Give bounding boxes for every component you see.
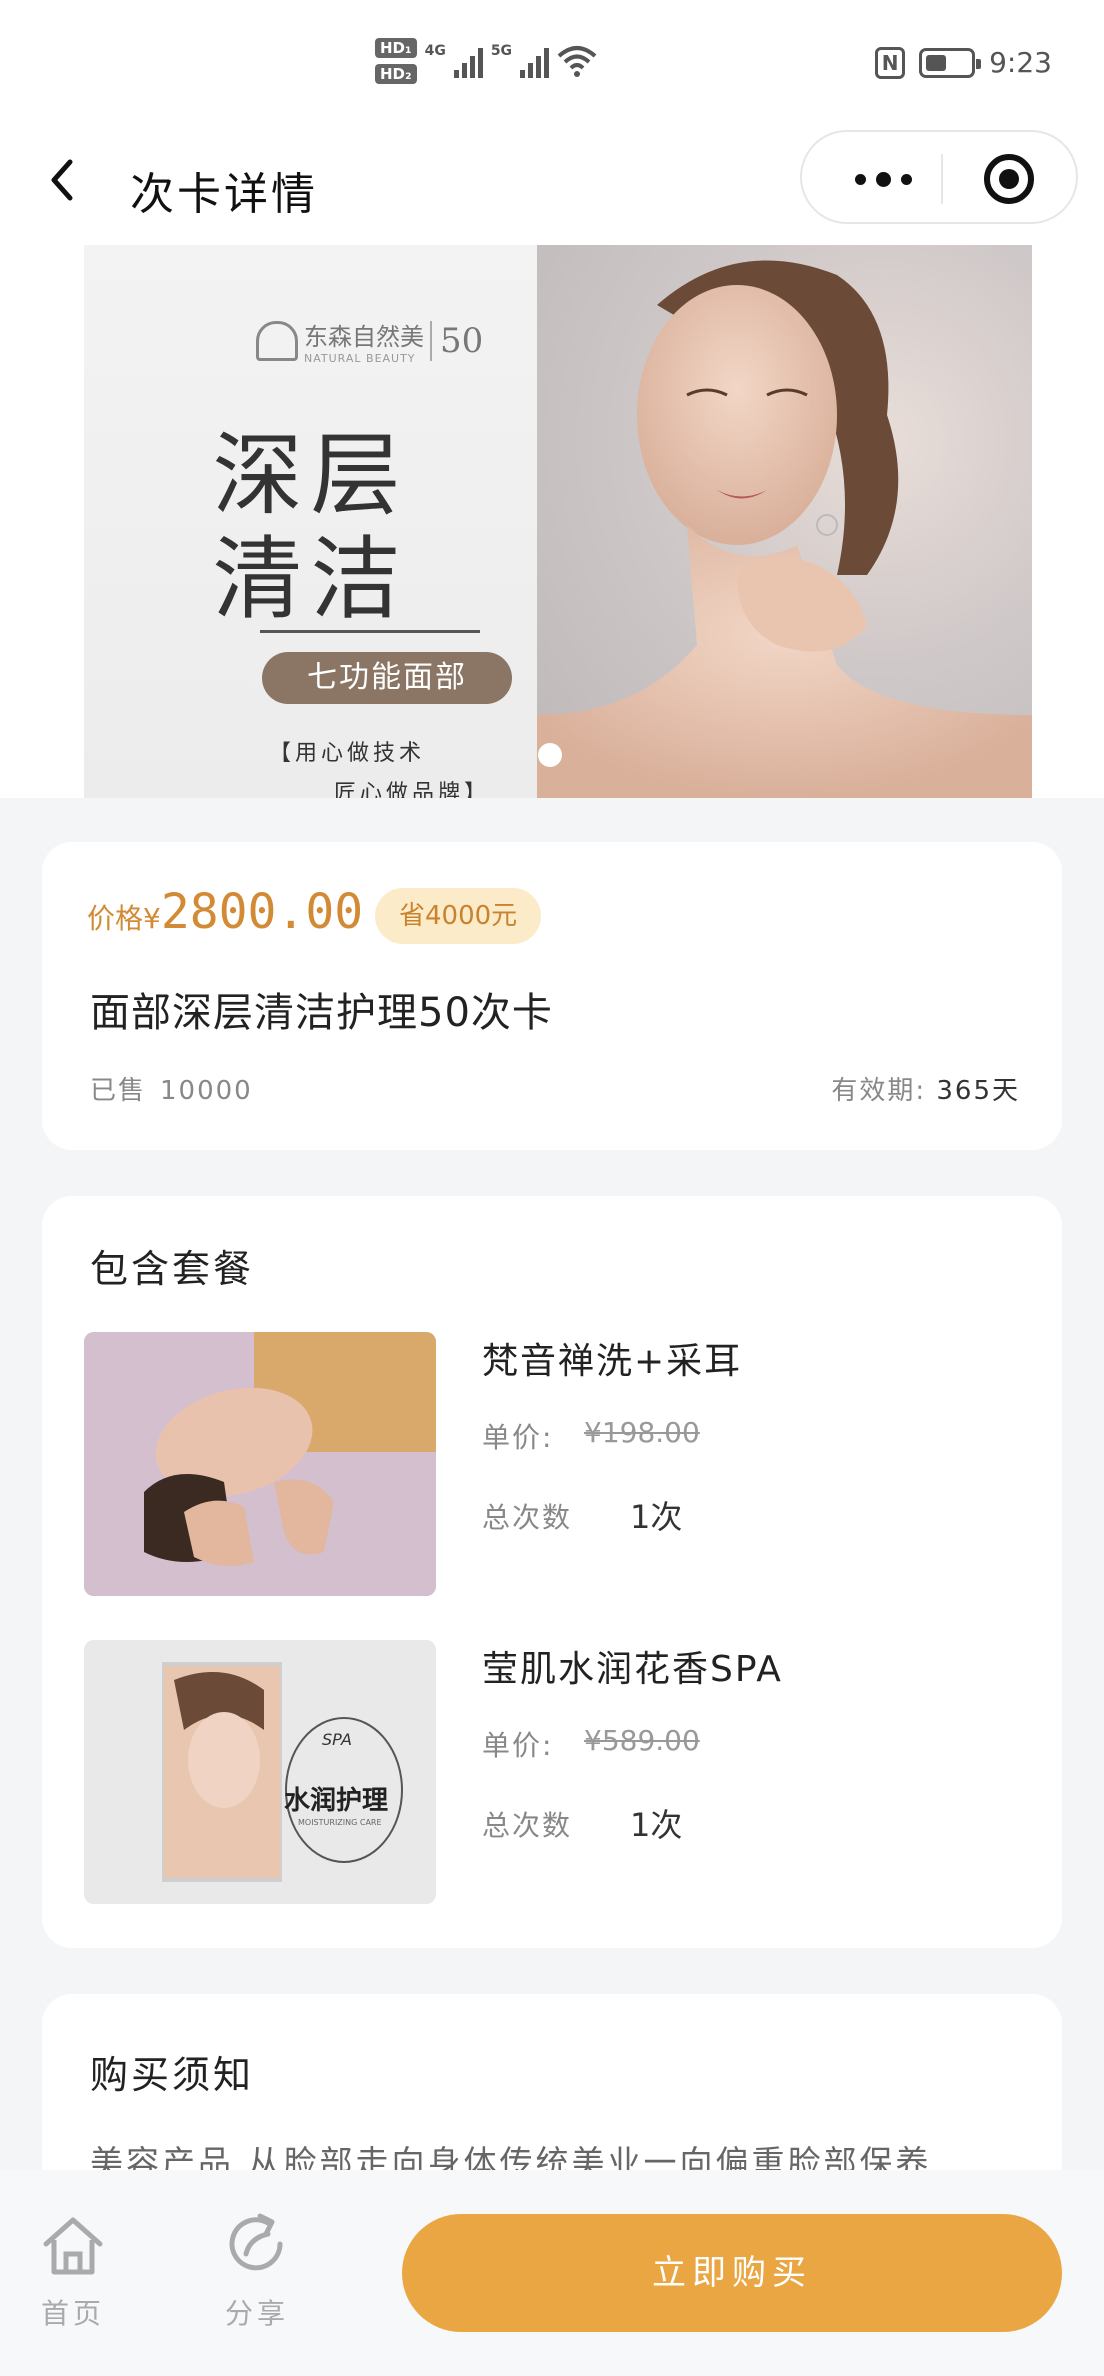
nav-bar: 次卡详情 bbox=[0, 130, 1104, 245]
share-label: 分享 bbox=[224, 2297, 289, 2330]
discount-badge: 省4000元 bbox=[375, 888, 542, 944]
bottom-action-bar: 首页 分享 立即购买 bbox=[0, 2170, 1104, 2376]
banner-slogan-1: 【用心做技术 bbox=[269, 741, 426, 766]
carousel-dot[interactable] bbox=[538, 743, 562, 767]
clock: 9:23 bbox=[989, 46, 1052, 79]
home-label: 首页 bbox=[40, 2297, 105, 2330]
network-4g-label: 4G bbox=[424, 43, 446, 59]
total-count-value: 1次 bbox=[630, 1498, 683, 1536]
validity-value: 365天 bbox=[936, 1076, 1020, 1106]
status-bar: HD₁ HD₂ 4G 5G N 9:23 bbox=[0, 0, 1104, 130]
banner-headline-2: 清洁 bbox=[212, 527, 409, 632]
home-tab[interactable]: 首页 bbox=[18, 2210, 128, 2332]
price-row: 价格¥ 2800.00 bbox=[87, 884, 363, 940]
total-count-label: 总次数 bbox=[482, 1501, 573, 1534]
banner-portrait bbox=[537, 245, 1032, 798]
wifi-icon bbox=[557, 46, 597, 77]
total-count-label: 总次数 bbox=[482, 1809, 573, 1842]
capsule-divider bbox=[941, 154, 943, 204]
hd1-badge: HD₁ bbox=[375, 38, 417, 58]
package-item[interactable]: 梵音禅洗+采耳 单价: ¥198.00 总次数 1次 bbox=[84, 1332, 1024, 1596]
share-tab[interactable]: 分享 bbox=[202, 2210, 312, 2332]
mini-program-capsule bbox=[800, 130, 1078, 224]
model-portrait-image bbox=[537, 260, 1032, 798]
share-icon bbox=[229, 2213, 283, 2271]
total-count-value: 1次 bbox=[630, 1806, 683, 1844]
headline-divider bbox=[260, 630, 480, 633]
package-item[interactable]: SPA 水润护理 MOISTURIZING CARE 莹肌水润花香SPA 单价:… bbox=[84, 1640, 1024, 1904]
banner-slogan-2: 匠心做品牌】 bbox=[334, 781, 491, 798]
package-thumbnail bbox=[84, 1332, 436, 1596]
price-value: 2800.00 bbox=[160, 884, 364, 940]
banner-image: 东森自然美 NATURAL BEAUTY 50 深层 清洁 七功能面部 【用心做… bbox=[84, 245, 1032, 798]
battery-icon bbox=[919, 47, 982, 78]
hd2-badge: HD₂ bbox=[375, 64, 417, 84]
sold-label: 已售 bbox=[90, 1076, 147, 1106]
unit-price-label: 单价: bbox=[482, 1421, 554, 1454]
buy-now-button[interactable]: 立即购买 bbox=[402, 2214, 1062, 2332]
brand-mark-icon bbox=[256, 321, 298, 361]
unit-price-label: 单价: bbox=[482, 1729, 554, 1762]
massage-image bbox=[84, 1332, 436, 1596]
price-prefix: 价格¥ bbox=[87, 902, 161, 935]
thumb-subtitle: MOISTURIZING CARE bbox=[298, 1818, 382, 1827]
unit-price-value: ¥589.00 bbox=[584, 1724, 700, 1757]
package-card: 包含套餐 梵音禅洗+采耳 单价: ¥198.00 总次数 1次 SPA 水润护理… bbox=[42, 1196, 1062, 1948]
brand-subtitle: NATURAL BEAUTY bbox=[304, 352, 416, 365]
product-info-card: 价格¥ 2800.00 省4000元 面部深层清洁护理50次卡 已售 10000 … bbox=[42, 842, 1062, 1150]
banner-headline-1: 深层 bbox=[212, 423, 409, 528]
back-icon[interactable] bbox=[40, 150, 90, 210]
brand-name: 东森自然美 bbox=[304, 323, 424, 351]
close-program-icon[interactable] bbox=[984, 154, 1034, 204]
thumb-spa-badge: SPA bbox=[322, 1730, 352, 1749]
signal-bars-icon bbox=[453, 44, 483, 78]
banner-carousel[interactable]: 东森自然美 NATURAL BEAUTY 50 深层 清洁 七功能面部 【用心做… bbox=[0, 245, 1104, 798]
thumb-title: 水润护理 bbox=[284, 1786, 389, 1816]
package-name: 梵音禅洗+采耳 bbox=[482, 1341, 743, 1382]
signal-bars-icon bbox=[520, 44, 550, 78]
package-section-title: 包含套餐 bbox=[90, 1247, 255, 1291]
brand-number: 50 bbox=[430, 321, 483, 361]
banner-service-label: 七功能面部 bbox=[262, 652, 512, 704]
package-thumbnail: SPA 水润护理 MOISTURIZING CARE bbox=[84, 1640, 436, 1904]
product-title: 面部深层清洁护理50次卡 bbox=[90, 990, 553, 1036]
validity: 有效期: 365天 bbox=[831, 1070, 1020, 1107]
notice-section-title: 购买须知 bbox=[90, 2053, 255, 2097]
banner-promo-panel: 东森自然美 NATURAL BEAUTY 50 深层 清洁 七功能面部 【用心做… bbox=[84, 245, 537, 798]
spa-image bbox=[84, 1640, 436, 1904]
package-name: 莹肌水润花香SPA bbox=[482, 1649, 783, 1690]
nfc-icon: N bbox=[875, 46, 906, 79]
sold-value: 10000 bbox=[160, 1076, 253, 1106]
signal-indicators: HD₁ HD₂ 4G 5G bbox=[375, 38, 597, 84]
unit-price-value: ¥198.00 bbox=[584, 1416, 700, 1449]
validity-label: 有效期: bbox=[831, 1076, 927, 1106]
system-indicators: N 9:23 bbox=[875, 46, 1052, 79]
more-icon[interactable] bbox=[840, 165, 926, 193]
page-title: 次卡详情 bbox=[130, 169, 318, 220]
brand-logo: 东森自然美 NATURAL BEAUTY 50 bbox=[256, 317, 483, 365]
sold-count: 已售 10000 bbox=[90, 1070, 253, 1107]
home-icon bbox=[43, 2217, 103, 2275]
network-5g-label: 5G bbox=[490, 43, 513, 59]
